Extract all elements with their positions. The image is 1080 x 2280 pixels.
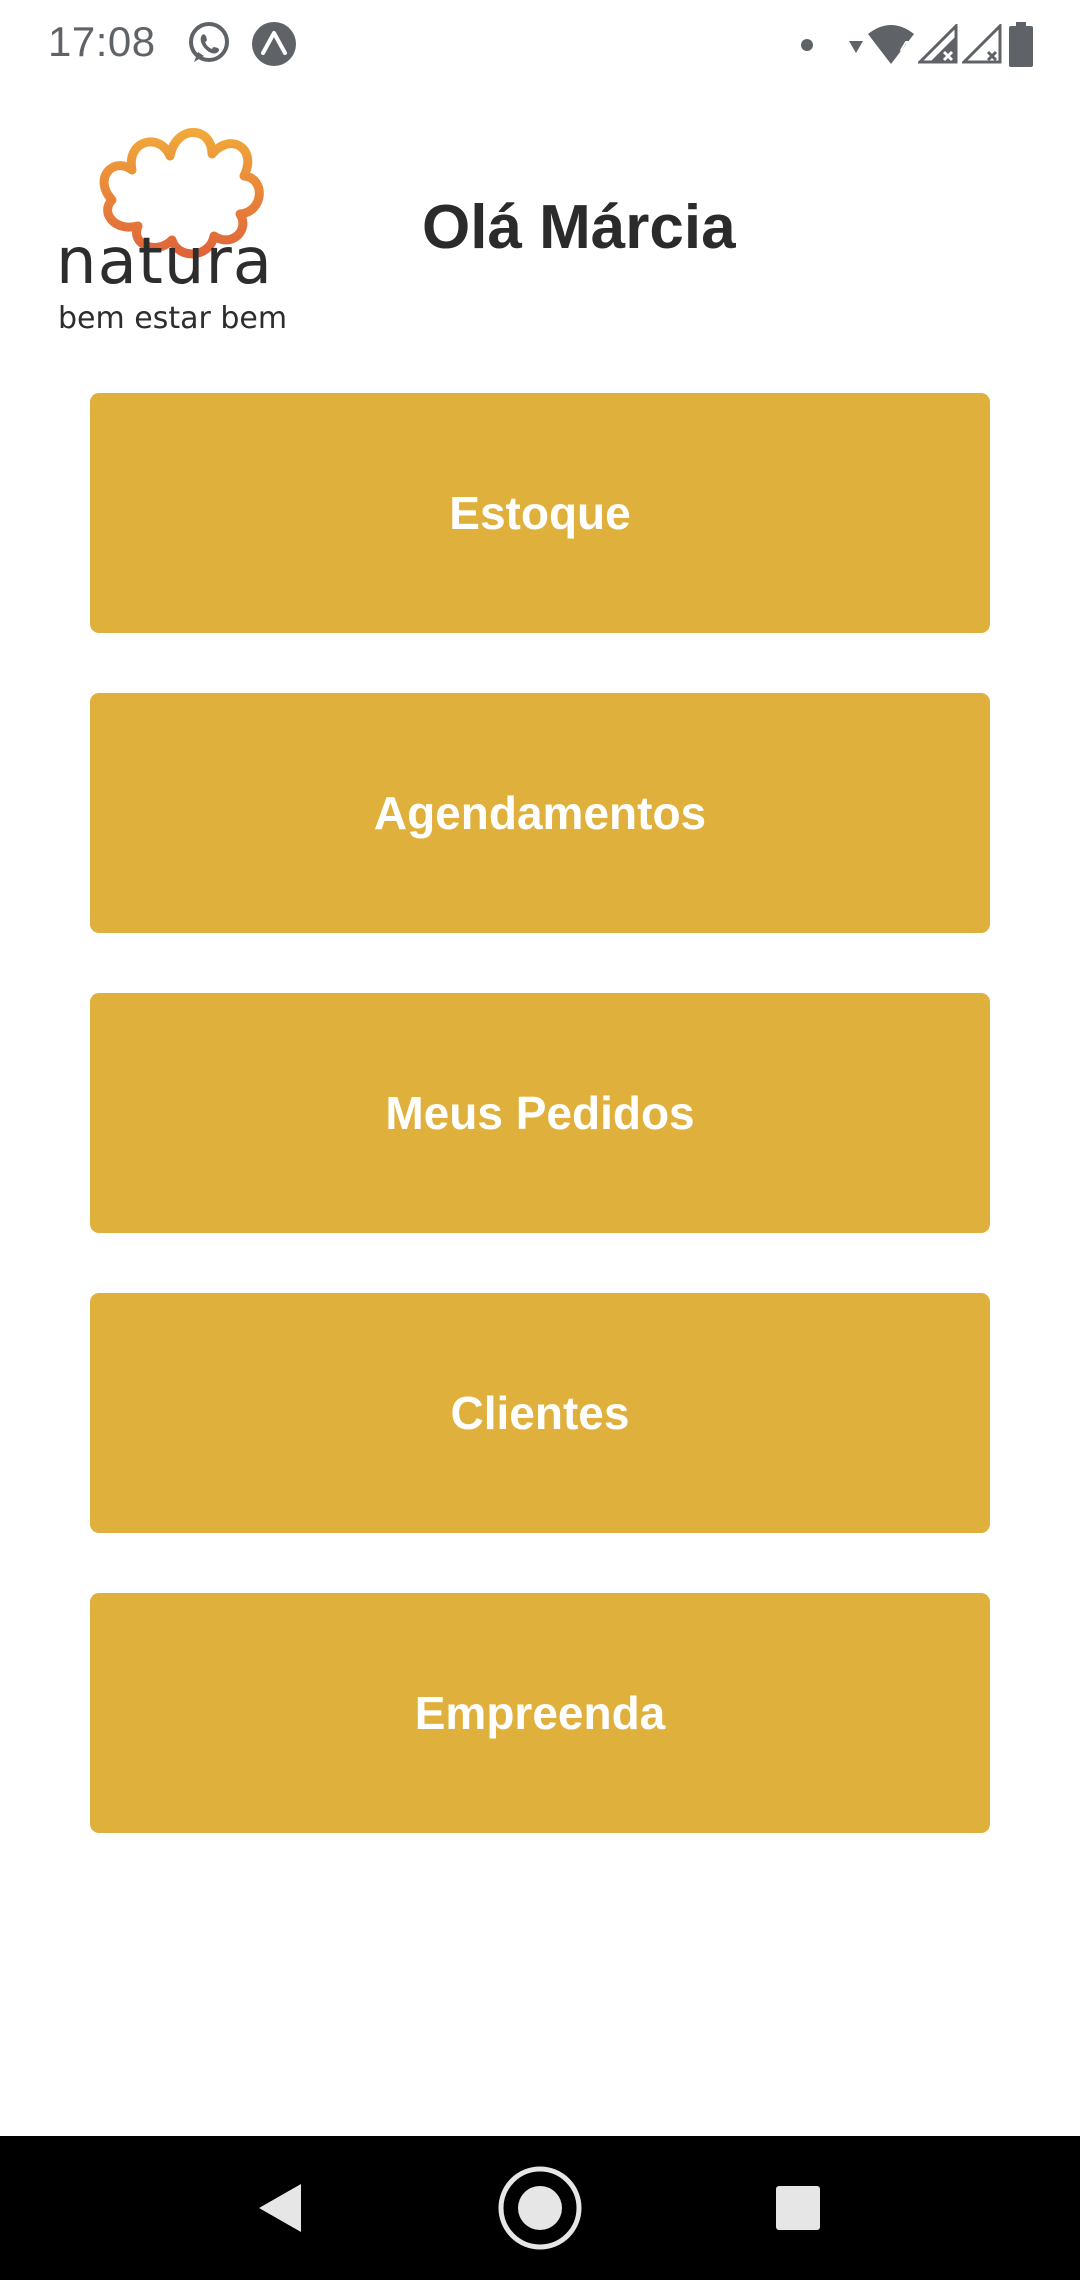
system-nav-bar xyxy=(0,2136,1080,2280)
signal-icon xyxy=(918,24,958,64)
logo-brand-text: natura xyxy=(56,225,273,299)
status-time: 17:08 xyxy=(48,18,156,65)
whatsapp-icon xyxy=(189,22,229,62)
nav-back-button[interactable] xyxy=(200,2136,360,2280)
meus-pedidos-button[interactable]: Meus Pedidos xyxy=(90,993,990,1233)
home-icon xyxy=(498,2166,582,2250)
agendamentos-button[interactable]: Agendamentos xyxy=(90,693,990,933)
main-menu: Estoque Agendamentos Meus Pedidos Client… xyxy=(90,393,990,1893)
status-bar: 17:08 4 xyxy=(0,0,1080,92)
signal-no-service-icon xyxy=(962,24,1002,64)
empreenda-button[interactable]: Empreenda xyxy=(90,1593,990,1833)
expo-icon xyxy=(252,22,296,66)
battery-icon xyxy=(1009,22,1033,67)
notification-dot-icon xyxy=(801,39,813,51)
estoque-button[interactable]: Estoque xyxy=(90,393,990,633)
wifi-badge: 4 xyxy=(900,38,911,58)
logo-tagline-text: bem estar bem xyxy=(58,301,288,336)
natura-logo: natura bem estar bem xyxy=(52,118,302,343)
recents-icon xyxy=(776,2186,820,2230)
greeting-title: Olá Márcia xyxy=(422,193,736,262)
app-screen: 17:08 4 natura bem estar bem Olá Márcia … xyxy=(0,0,1080,2280)
nav-recents-button[interactable] xyxy=(718,2136,878,2280)
nav-home-button[interactable] xyxy=(460,2136,620,2280)
data-activity-icon xyxy=(849,41,863,53)
clientes-button[interactable]: Clientes xyxy=(90,1293,990,1533)
back-icon xyxy=(259,2184,301,2232)
